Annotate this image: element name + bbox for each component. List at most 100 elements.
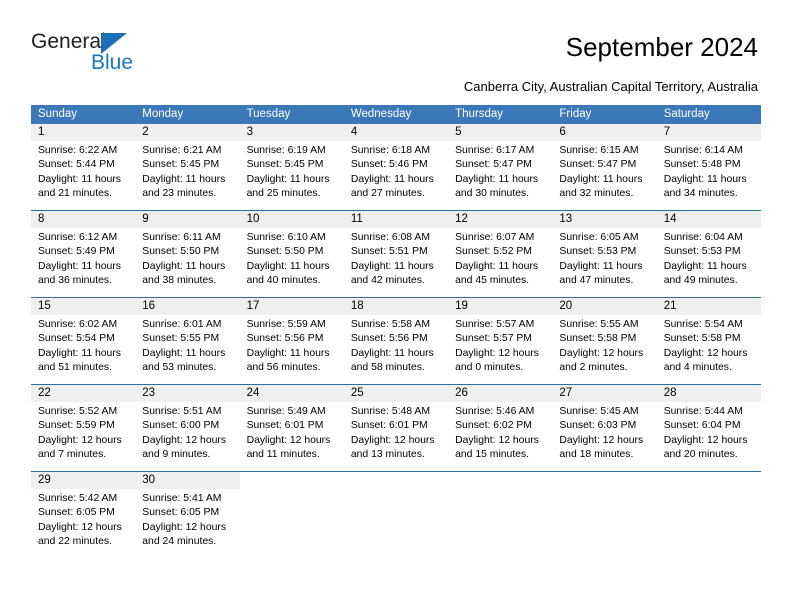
day-number[interactable]: 9 <box>135 211 239 228</box>
sunset-text: Sunset: 5:56 PM <box>246 333 324 345</box>
sunset-text: Sunset: 5:46 PM <box>350 159 428 171</box>
calendar-week-row: 1 2 3 4 5 6 7 Sunrise: 6:22 AM Sunset: 5:44 PM Da… <box>31 124 761 210</box>
sunset-text: Sunset: 5:56 PM <box>350 333 428 345</box>
day-cell[interactable]: Sunrise: 5:54 AM Sunset: 5:58 PM Daylight:… <box>657 315 761 384</box>
sunrise-text: Sunrise: 6:22 AM <box>38 145 118 156</box>
weekday-header-saturday: Saturday <box>663 108 710 120</box>
sunset-text: Sunset: 5:45 PM <box>246 159 324 171</box>
sunrise-text: Sunrise: 5:52 AM <box>38 406 118 417</box>
day-number[interactable]: 20 <box>552 298 656 315</box>
day-cell[interactable]: Sunrise: 6:14 AM Sunset: 5:48 PM Daylight:… <box>657 141 761 210</box>
daylight-text: Daylight: 12 hours and 18 minutes. <box>559 434 644 460</box>
day-number[interactable]: 24 <box>240 385 344 402</box>
day-cell[interactable]: Sunrise: 5:55 AM Sunset: 5:58 PM Daylight:… <box>552 315 656 384</box>
day-cell[interactable]: Sunrise: 5:58 AM Sunset: 5:56 PM Daylight:… <box>344 315 448 384</box>
day-number[interactable]: 11 <box>344 211 448 228</box>
day-cell[interactable]: Sunrise: 5:44 AM Sunset: 6:04 PM Daylight:… <box>657 402 761 471</box>
day-number[interactable]: 22 <box>31 385 135 402</box>
weekday-header-friday: Friday <box>559 108 592 120</box>
day-cell[interactable]: Sunrise: 6:19 AM Sunset: 5:45 PM Daylight:… <box>240 141 344 210</box>
sunset-text: Sunset: 5:54 PM <box>38 333 115 345</box>
day-cell[interactable]: Sunrise: 5:46 AM Sunset: 6:02 PM Daylight:… <box>448 402 552 471</box>
day-number[interactable]: 16 <box>135 298 239 315</box>
day-cell[interactable]: Sunrise: 6:21 AM Sunset: 5:45 PM Daylight:… <box>135 141 239 210</box>
calendar-grid: Sunday Monday Tuesday Wednesday Thursday… <box>31 105 761 558</box>
sunrise-text: Sunrise: 5:55 AM <box>559 319 639 330</box>
week-body-row: Sunrise: 5:52 AM Sunset: 5:59 PM Daylight:… <box>31 402 761 471</box>
day-cell[interactable]: Sunrise: 5:59 AM Sunset: 5:56 PM Daylight:… <box>240 315 344 384</box>
day-number[interactable]: 19 <box>448 298 552 315</box>
day-number[interactable]: 7 <box>657 124 761 141</box>
day-cell[interactable]: Sunrise: 5:57 AM Sunset: 5:57 PM Daylight:… <box>448 315 552 384</box>
sunrise-text: Sunrise: 5:45 AM <box>559 406 639 417</box>
day-cell[interactable]: Sunrise: 5:51 AM Sunset: 6:00 PM Daylight:… <box>135 402 239 471</box>
day-number[interactable]: 2 <box>135 124 239 141</box>
day-cell[interactable]: Sunrise: 6:11 AM Sunset: 5:50 PM Daylight:… <box>135 228 239 297</box>
day-number[interactable]: 21 <box>657 298 761 315</box>
day-cell[interactable]: Sunrise: 5:49 AM Sunset: 6:01 PM Daylight:… <box>240 402 344 471</box>
day-number[interactable]: 29 <box>31 472 135 489</box>
sunrise-text: Sunrise: 5:58 AM <box>350 319 430 330</box>
sunset-text: Sunset: 6:01 PM <box>350 420 428 432</box>
day-number[interactable]: 25 <box>344 385 448 402</box>
day-number[interactable]: 26 <box>448 385 552 402</box>
sunrise-text: Sunrise: 6:02 AM <box>38 319 118 330</box>
calendar-weeks: 1 2 3 4 5 6 7 Sunrise: 6:22 AM Sunset: 5:44 PM Da… <box>31 124 761 558</box>
day-cell[interactable]: Sunrise: 6:01 AM Sunset: 5:55 PM Daylight:… <box>135 315 239 384</box>
daylight-text: Daylight: 11 hours and 25 minutes. <box>246 173 330 199</box>
day-number[interactable]: 1 <box>31 124 135 141</box>
day-number-empty <box>552 472 657 489</box>
day-number[interactable]: 4 <box>344 124 448 141</box>
day-number[interactable]: 18 <box>344 298 448 315</box>
day-cell[interactable]: Sunrise: 5:48 AM Sunset: 6:01 PM Daylight:… <box>344 402 448 471</box>
day-cell[interactable]: Sunrise: 6:15 AM Sunset: 5:47 PM Daylight:… <box>552 141 656 210</box>
sunset-text: Sunset: 6:04 PM <box>663 420 741 432</box>
sunrise-text: Sunrise: 6:19 AM <box>246 145 326 156</box>
day-cell[interactable]: Sunrise: 6:05 AM Sunset: 5:53 PM Daylight:… <box>552 228 656 297</box>
day-number[interactable]: 15 <box>31 298 135 315</box>
day-cell[interactable]: Sunrise: 6:10 AM Sunset: 5:50 PM Daylight:… <box>240 228 344 297</box>
daylight-text: Daylight: 11 hours and 49 minutes. <box>663 260 747 286</box>
day-number[interactable]: 14 <box>657 211 761 228</box>
daylight-text: Daylight: 12 hours and 9 minutes. <box>142 434 227 460</box>
calendar-week-row: 8 9 10 11 12 13 14 Sunrise: 6:12 AM Sunset: 5:49… <box>31 210 761 297</box>
day-cell[interactable]: Sunrise: 5:52 AM Sunset: 5:59 PM Daylight:… <box>31 402 135 471</box>
day-number-empty <box>448 472 553 489</box>
sunrise-text: Sunrise: 5:42 AM <box>38 493 118 504</box>
day-number[interactable]: 10 <box>240 211 344 228</box>
daylight-text: Daylight: 11 hours and 21 minutes. <box>38 173 121 199</box>
day-number[interactable]: 6 <box>552 124 656 141</box>
day-cell[interactable]: Sunrise: 6:18 AM Sunset: 5:46 PM Daylight:… <box>344 141 448 210</box>
weekday-header-tuesday: Tuesday <box>246 108 291 120</box>
week-daynumber-row: 8 9 10 11 12 13 14 <box>31 211 761 228</box>
day-cell[interactable]: Sunrise: 6:12 AM Sunset: 5:49 PM Daylight:… <box>31 228 135 297</box>
day-number[interactable]: 13 <box>552 211 656 228</box>
calendar-page: General Blue September 2024 Canberra Cit… <box>0 0 792 612</box>
day-number[interactable]: 27 <box>552 385 656 402</box>
day-number[interactable]: 17 <box>240 298 344 315</box>
day-cell[interactable]: Sunrise: 6:17 AM Sunset: 5:47 PM Daylight:… <box>448 141 552 210</box>
day-cell[interactable]: Sunrise: 5:41 AM Sunset: 6:05 PM Daylight:… <box>135 489 239 558</box>
sunrise-text: Sunrise: 6:11 AM <box>142 232 221 243</box>
weekday-header-sunday: Sunday <box>38 108 78 120</box>
day-number[interactable]: 5 <box>448 124 552 141</box>
day-cell[interactable]: Sunrise: 6:08 AM Sunset: 5:51 PM Daylight:… <box>344 228 448 297</box>
day-number[interactable]: 23 <box>135 385 239 402</box>
day-cell[interactable]: Sunrise: 5:45 AM Sunset: 6:03 PM Daylight:… <box>552 402 656 471</box>
sunrise-text: Sunrise: 6:01 AM <box>142 319 222 330</box>
day-number[interactable]: 28 <box>657 385 761 402</box>
week-daynumber-row: 22 23 24 25 26 27 28 <box>31 385 761 402</box>
daylight-text: Daylight: 12 hours and 11 minutes. <box>246 434 331 460</box>
day-cell-empty <box>448 489 552 558</box>
day-cell[interactable]: Sunrise: 6:07 AM Sunset: 5:52 PM Daylight:… <box>448 228 552 297</box>
day-cell[interactable]: Sunrise: 6:22 AM Sunset: 5:44 PM Daylight:… <box>31 141 135 210</box>
day-number[interactable]: 30 <box>135 472 239 489</box>
day-cell[interactable]: Sunrise: 5:42 AM Sunset: 6:05 PM Daylight:… <box>31 489 135 558</box>
sunrise-text: Sunrise: 5:48 AM <box>350 406 430 417</box>
day-cell[interactable]: Sunrise: 6:04 AM Sunset: 5:53 PM Daylight:… <box>657 228 761 297</box>
day-number[interactable]: 3 <box>240 124 344 141</box>
day-cell[interactable]: Sunrise: 6:02 AM Sunset: 5:54 PM Daylight:… <box>31 315 135 384</box>
page-subtitle: Canberra City, Australian Capital Territ… <box>463 79 758 94</box>
day-number[interactable]: 8 <box>31 211 135 228</box>
day-number[interactable]: 12 <box>448 211 552 228</box>
